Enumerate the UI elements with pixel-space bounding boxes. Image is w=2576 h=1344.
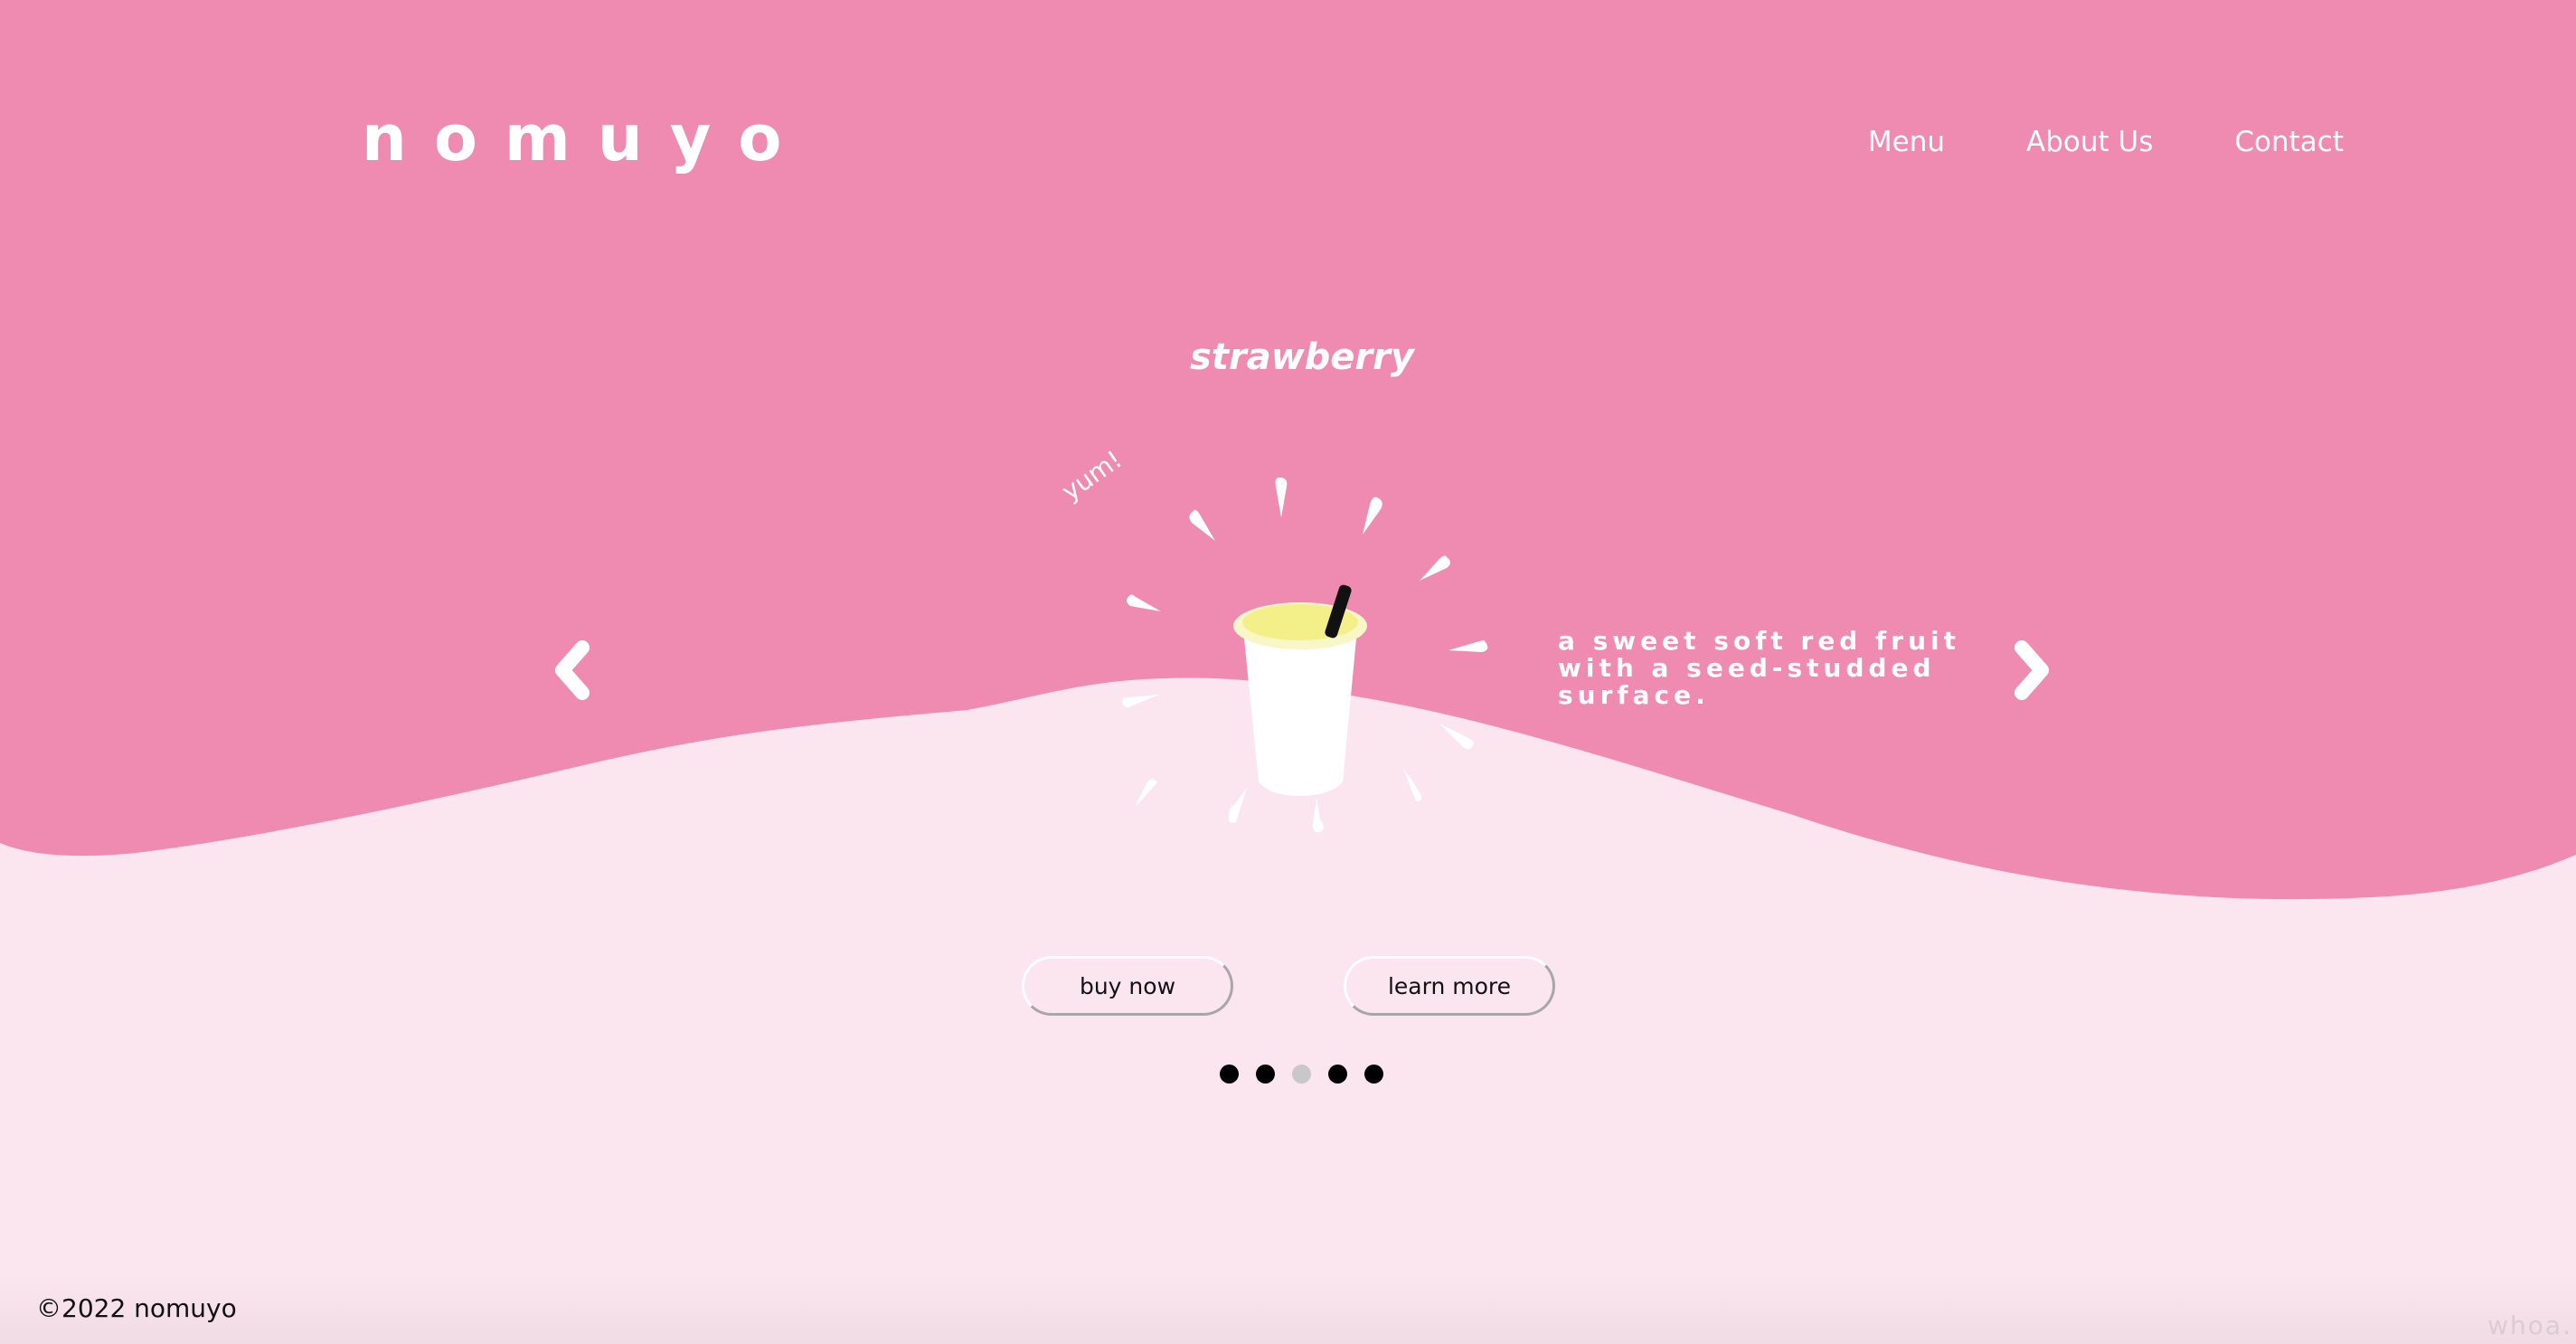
chevron-right-icon (2015, 640, 2049, 700)
carousel-dot-4[interactable] (1328, 1065, 1347, 1084)
carousel-dot-3[interactable] (1292, 1065, 1311, 1084)
carousel-dot-5[interactable] (1364, 1065, 1383, 1084)
footer-shade (0, 1275, 2576, 1344)
carousel-dot-2[interactable] (1256, 1065, 1275, 1084)
learn-more-button[interactable]: learn more (1344, 956, 1555, 1016)
carousel-dot-1[interactable] (1220, 1065, 1239, 1084)
buy-now-button[interactable]: buy now (1022, 956, 1233, 1016)
chevron-left-icon (555, 640, 590, 700)
corner-watermark: whoa. (2487, 1311, 2572, 1340)
main-nav: Menu About Us Contact (1868, 128, 2344, 156)
cup-body (1233, 584, 1367, 796)
nav-item-menu[interactable]: Menu (1868, 128, 1945, 156)
carousel-next-button[interactable] (2007, 639, 2062, 702)
page: nomuyo Menu About Us Contact strawberry … (0, 0, 2576, 1344)
brand-logo[interactable]: nomuyo (362, 107, 808, 170)
drink-cup-illustration (1122, 478, 1488, 833)
nav-item-about-us[interactable]: About Us (2026, 128, 2153, 156)
carousel-prev-button[interactable] (543, 639, 597, 702)
nav-item-contact[interactable]: Contact (2234, 128, 2344, 156)
footer-copyright: ©2022 nomuyo (36, 1293, 237, 1323)
carousel-dots (1220, 1065, 1383, 1084)
flavor-description: a sweet soft red fruit with a seed-studd… (1558, 626, 1961, 710)
flavor-title: strawberry (1190, 336, 1414, 378)
